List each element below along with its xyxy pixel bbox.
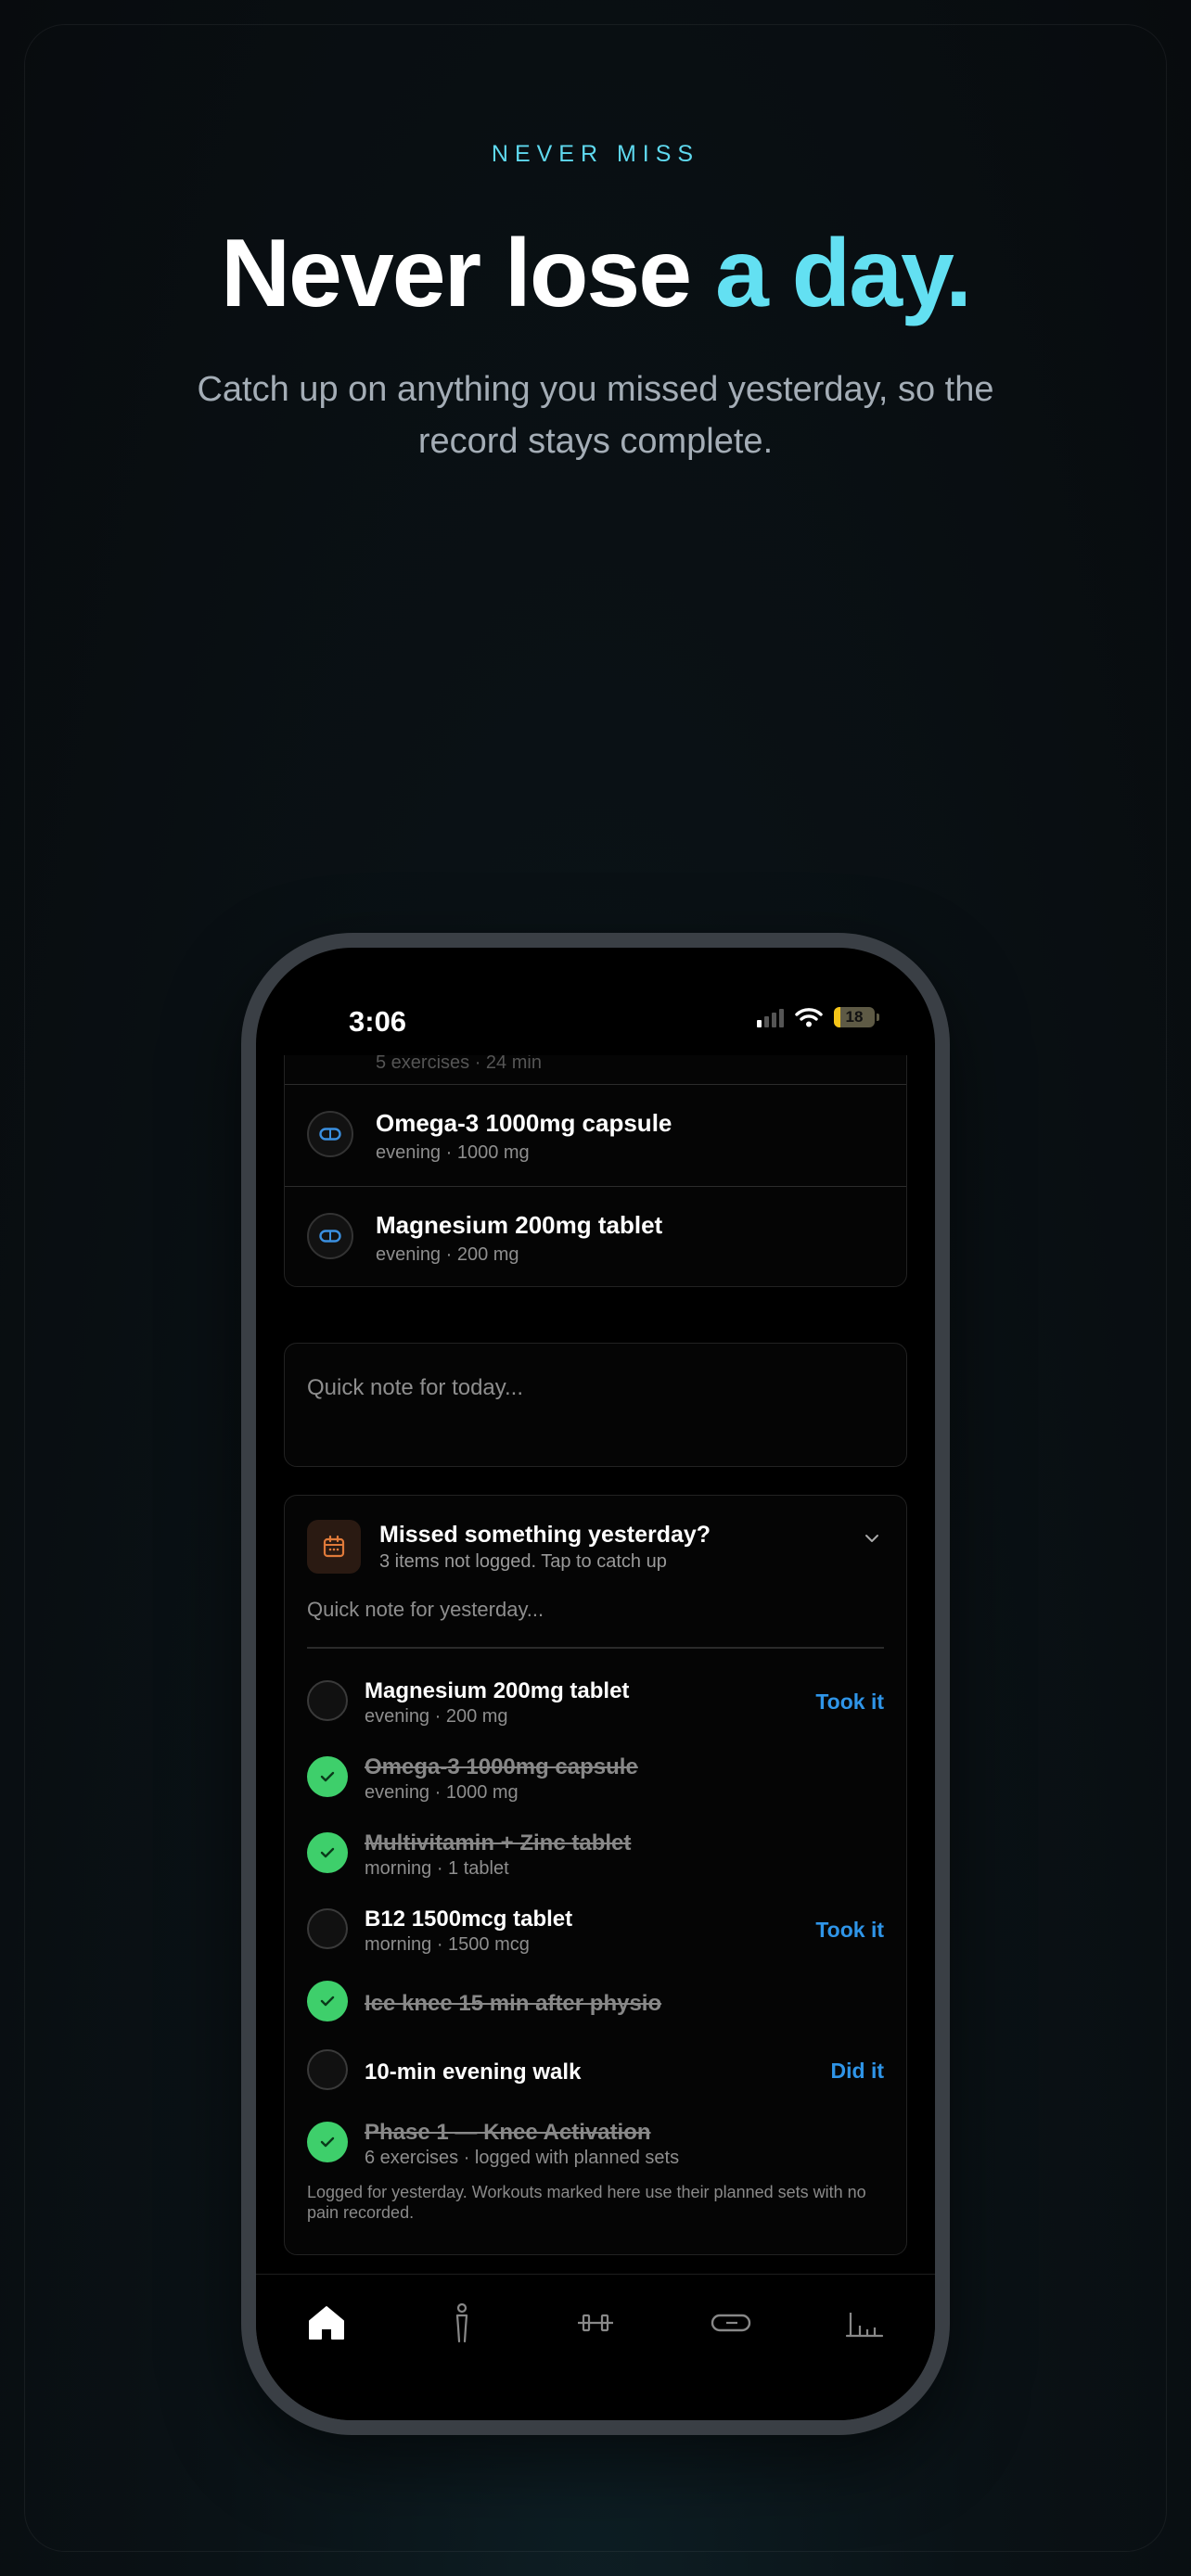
list-item-sub: 5 exercises · 24 min [376,1055,542,1073]
item-name: 10-min evening walk [365,2060,582,2085]
tab-meds[interactable] [703,2295,759,2351]
status-icons: 18 [757,1007,879,1027]
list-item-partial[interactable]: 5 exercises · 24 min [285,1055,906,1084]
today-note-placeholder: Quick note for today... [307,1375,524,1400]
person-icon [455,2302,468,2343]
tab-workouts[interactable] [568,2295,623,2351]
item-name: Multivitamin + Zinc tablet [365,1830,632,1855]
calendar-icon [307,1520,361,1574]
tab-stats[interactable] [837,2295,892,2351]
item-name: Ice knee 15 min after physio [365,1991,662,2016]
checkbox[interactable] [307,1908,348,1949]
item-name: Omega-3 1000mg capsule [376,1109,672,1137]
missed-title[interactable]: Missed something yesterday? [379,1522,711,1549]
pill-icon [711,2314,751,2332]
missed-subtitle: 3 items not logged. Tap to catch up [379,1551,667,1572]
missed-item[interactable]: Omega-3 1000mg capsule evening · 1000 mg [307,1751,884,1806]
dumbbell-icon [578,2314,613,2332]
status-time: 3:06 [349,1005,407,1038]
battery-icon: 18 [834,1007,875,1027]
divider [307,1647,884,1649]
missed-item[interactable]: Ice knee 15 min after physio [307,1975,884,2031]
tab-person[interactable] [434,2295,490,2351]
missed-yesterday-card: Missed something yesterday? 3 items not … [284,1495,907,2255]
item-name: Omega-3 1000mg capsule [365,1754,638,1779]
home-icon [309,2306,344,2340]
item-sub: evening · 1000 mg [376,1142,530,1163]
item-name: Magnesium 200mg tablet [376,1211,663,1239]
headline: Never lose a day. [0,219,1191,329]
headline-accent: a day. [714,220,972,327]
hero-subtitle: Catch up on anything you missed yesterda… [197,370,994,461]
item-sub: 6 exercises · logged with planned sets [365,2148,680,2168]
item-sub: evening · 1000 mg [365,1782,519,1803]
checkbox[interactable] [307,1680,348,1721]
headline-main: Never lose [220,220,715,327]
tab-home[interactable] [299,2295,354,2351]
eyebrow-label: NEVER MISS [491,141,700,167]
checkbox[interactable] [307,2049,348,2090]
chevron-down-icon[interactable] [864,1533,880,1544]
checkmark-icon[interactable] [307,2122,348,2162]
pill-icon[interactable] [307,1213,353,1259]
item-sub: morning · 1500 mcg [365,1934,530,1955]
item-sub: evening · 200 mg [365,1706,508,1727]
phone-screen: 3:06 18 5 exercises · 24 min Omega-3 100… [256,948,935,2420]
cellular-signal-icon [757,1007,784,1027]
chart-icon [845,2313,884,2338]
did-it-button[interactable]: Did it [831,2059,885,2084]
took-it-button[interactable]: Took it [815,1690,884,1715]
item-name: B12 1500mcg tablet [365,1906,573,1932]
item-name: Magnesium 200mg tablet [365,1678,630,1703]
battery-level: 18 [845,1008,864,1026]
scroll-content[interactable]: 5 exercises · 24 min Omega-3 1000mg caps… [256,1055,935,2289]
status-bar: 3:06 18 [256,1000,935,1046]
missed-item[interactable]: B12 1500mcg tablet morning · 1500 mcg To… [307,1903,884,1958]
missed-item[interactable]: 10-min evening walk Did it [307,2044,884,2099]
phone-mockup: 3:06 18 5 exercises · 24 min Omega-3 100… [241,933,950,2435]
checkmark-icon[interactable] [307,1756,348,1797]
took-it-button[interactable]: Took it [815,1918,884,1943]
checkmark-icon[interactable] [307,1981,348,2021]
missed-item[interactable]: Phase 1 — Knee Activation 6 exercises · … [307,2116,884,2172]
list-item[interactable]: Magnesium 200mg tablet evening · 200 mg [285,1186,906,1288]
item-sub: evening · 200 mg [376,1244,519,1265]
item-name: Phase 1 — Knee Activation [365,2120,651,2145]
today-note-field[interactable]: Quick note for today... [284,1343,907,1467]
missed-item[interactable]: Magnesium 200mg tablet evening · 200 mg … [307,1675,884,1730]
missed-footnote: Logged for yesterday. Workouts marked he… [307,2183,866,2222]
item-sub: morning · 1 tablet [365,1858,509,1879]
wifi-icon [795,1008,823,1027]
tab-bar [256,2274,935,2420]
checkmark-icon[interactable] [307,1832,348,1873]
pill-icon[interactable] [307,1111,353,1157]
list-item[interactable]: Omega-3 1000mg capsule evening · 1000 mg [285,1084,906,1186]
missed-item[interactable]: Multivitamin + Zinc tablet morning · 1 t… [307,1827,884,1882]
yesterday-note-field[interactable]: Quick note for yesterday... [307,1598,544,1622]
today-list-card: 5 exercises · 24 min Omega-3 1000mg caps… [284,1055,907,1287]
